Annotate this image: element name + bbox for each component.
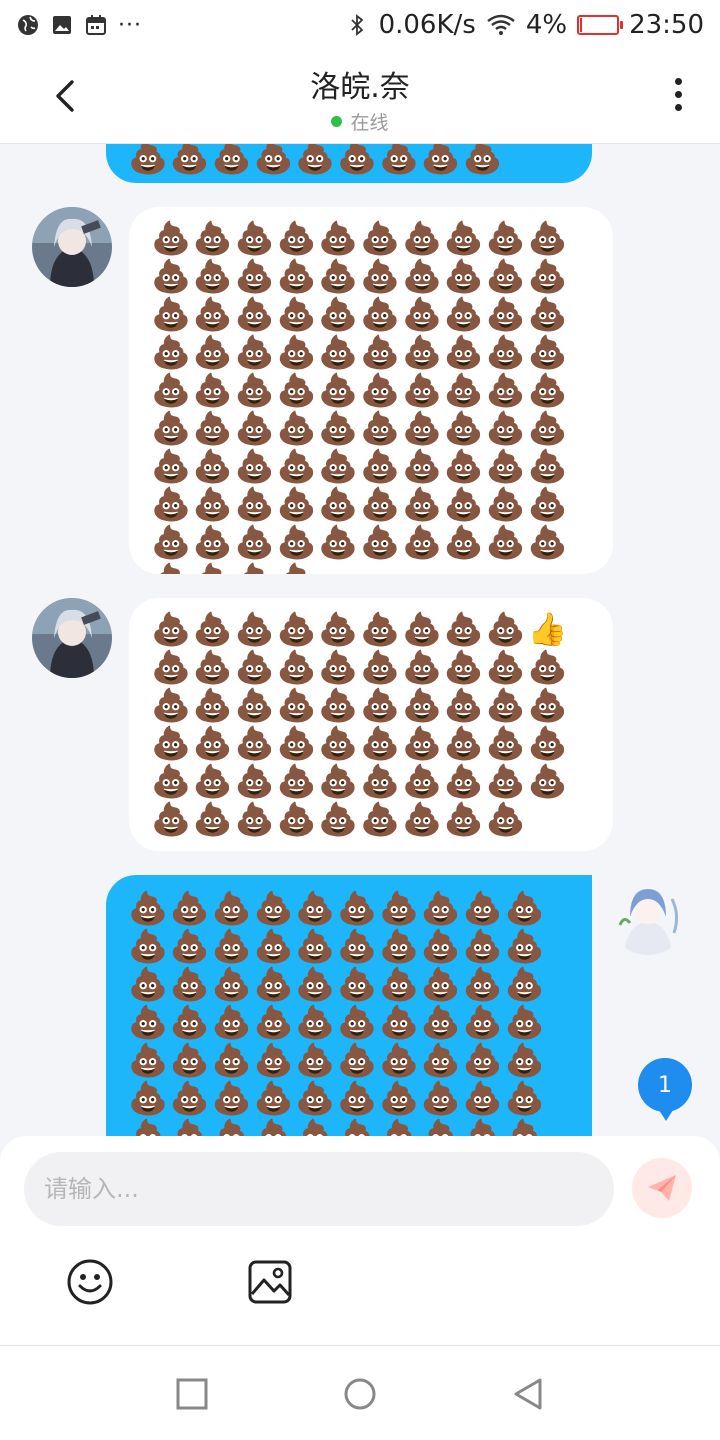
message-bubble-incoming[interactable]: 💩💩💩💩💩💩💩💩💩👍💩💩💩💩💩💩💩💩💩💩💩💩💩💩💩💩💩💩💩💩💩💩💩💩💩💩💩💩💩💩…: [129, 598, 613, 851]
status-left-icons: ···: [16, 13, 142, 38]
calendar-icon: [86, 15, 106, 35]
my-avatar[interactable]: [608, 875, 688, 955]
battery-icon: [577, 15, 624, 35]
online-status-label: 在线: [350, 112, 389, 134]
status-bar: ··· 0.06K/s 4% 23:50: [0, 0, 720, 50]
square-recents-icon[interactable]: [172, 1374, 212, 1414]
contact-avatar[interactable]: [32, 598, 112, 678]
message-bubble-outgoing[interactable]: 💩💩💩💩💩💩💩💩💩: [106, 144, 592, 183]
globe-icon: [18, 15, 38, 35]
message-input[interactable]: [24, 1152, 614, 1226]
online-status: 在线: [0, 108, 720, 135]
online-dot-icon: [331, 116, 343, 127]
message-list[interactable]: 💩💩💩💩💩💩💩💩💩 💩💩💩💩💩💩💩💩💩💩💩💩💩💩💩💩💩💩💩💩💩💩💩💩💩💩💩💩💩💩…: [0, 144, 720, 1136]
chat-title-block: 洛皖.奈 在线: [0, 62, 720, 135]
system-nav-bar: [0, 1346, 720, 1440]
unread-count-badge[interactable]: 1: [638, 1058, 692, 1121]
chat-header: 洛皖.奈 在线: [0, 50, 720, 144]
more-notifications: ···: [118, 12, 142, 38]
message-bubble-outgoing[interactable]: 💩💩💩💩💩💩💩💩💩💩💩💩💩💩💩💩💩💩💩💩💩💩💩💩💩💩💩💩💩💩💩💩💩💩💩💩💩💩💩💩…: [106, 875, 592, 1136]
network-speed: 0.06K/s: [378, 10, 476, 40]
contact-name: 洛皖.奈: [310, 70, 410, 105]
contact-avatar[interactable]: [32, 207, 112, 287]
smiley-face-icon[interactable]: [66, 1258, 114, 1306]
bluetooth-icon: [350, 14, 363, 36]
send-button[interactable]: [632, 1158, 692, 1218]
image-picker-icon[interactable]: [246, 1258, 294, 1306]
message-bubble-incoming[interactable]: 💩💩💩💩💩💩💩💩💩💩💩💩💩💩💩💩💩💩💩💩💩💩💩💩💩💩💩💩💩💩💩💩💩💩💩💩💩💩💩💩…: [129, 207, 613, 574]
battery-percent: 4%: [525, 10, 568, 40]
status-right: 0.06K/s 4% 23:50: [345, 10, 704, 40]
image-icon: [53, 16, 71, 34]
triangle-back-icon[interactable]: [508, 1374, 548, 1414]
send-icon: [648, 1175, 676, 1201]
clock: 23:50: [629, 10, 704, 40]
wifi-icon: [487, 14, 515, 35]
input-panel: [0, 1136, 720, 1346]
more-options-button[interactable]: [666, 78, 690, 118]
circle-home-icon[interactable]: [340, 1374, 380, 1414]
